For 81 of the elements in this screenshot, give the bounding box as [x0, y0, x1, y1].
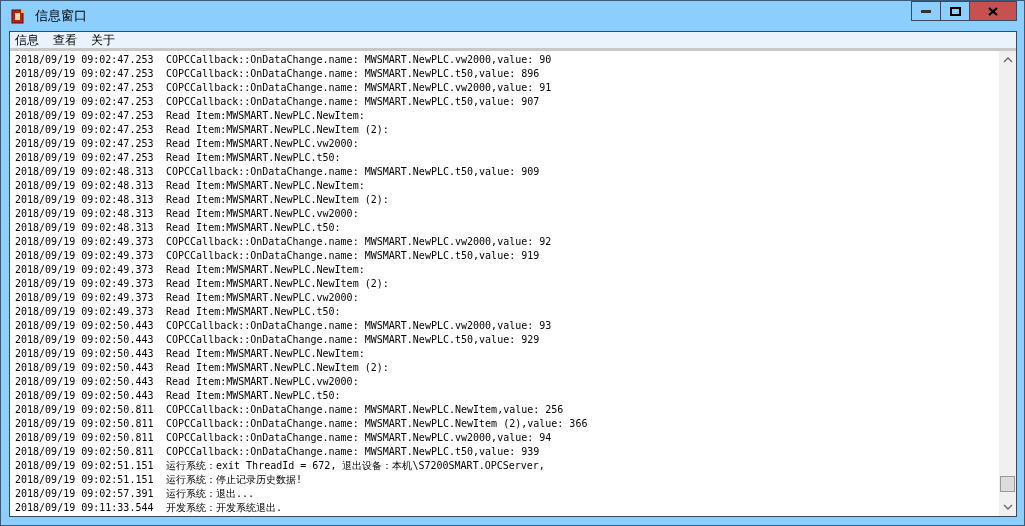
log-message: COPCCallback::OnDataChange.name: MWSMART.NewPLC.vw2000,value: 93: [166, 319, 552, 333]
log-time: 2018/09/19 09:02:48.313: [15, 193, 155, 207]
app-icon: [11, 8, 25, 24]
log-message: Read Item:MWSMART.NewPLC.vw2000:: [166, 375, 359, 389]
close-button[interactable]: [969, 1, 1017, 21]
log-time: 2018/09/19 09:02:47.253: [15, 109, 155, 123]
log-time: 2018/09/19 09:02:47.253: [15, 95, 155, 109]
log-message: COPCCallback::OnDataChange.name: MWSMART.NewPLC.NewItem,value: 256: [166, 403, 564, 417]
log-time: 2018/09/19 09:02:50.811: [15, 431, 155, 445]
scroll-thumb[interactable]: [1000, 476, 1015, 492]
log-time: 2018/09/19 09:02:57.391: [15, 487, 155, 501]
log-time: 2018/09/19 09:02:50.811: [15, 417, 155, 431]
log-message: Read Item:MWSMART.NewPLC.vw2000:: [166, 207, 359, 221]
log-message: Read Item:MWSMART.NewPLC.NewItem (2):: [166, 361, 389, 375]
log-message: COPCCallback::OnDataChange.name: MWSMART.NewPLC.vw2000,value: 92: [166, 235, 552, 249]
log-message: COPCCallback::OnDataChange.name: MWSMART.NewPLC.t50,value: 929: [166, 333, 540, 347]
log-time: 2018/09/19 09:02:50.443: [15, 375, 155, 389]
log-message: Read Item:MWSMART.NewPLC.t50:: [166, 389, 341, 403]
log-message: COPCCallback::OnDataChange.name: MWSMART.NewPLC.vw2000,value: 94: [166, 431, 552, 445]
log-message: Read Item:MWSMART.NewPLC.NewItem (2):: [166, 277, 389, 291]
log-message: COPCCallback::OnDataChange.name: MWSMART.NewPLC.t50,value: 909: [166, 165, 540, 179]
menu-item[interactable]: 查看: [53, 31, 77, 49]
log-time: 2018/09/19 09:02:48.313: [15, 165, 155, 179]
log-message: COPCCallback::OnDataChange.name: MWSMART.NewPLC.NewItem (2),value: 366: [166, 417, 588, 431]
log-message: Read Item:MWSMART.NewPLC.NewItem (2):: [166, 193, 389, 207]
log-time: 2018/09/19 09:02:50.443: [15, 319, 155, 333]
log-message: Read Item:MWSMART.NewPLC.NewItem (2):: [166, 123, 389, 137]
log-message: Read Item:MWSMART.NewPLC.NewItem:: [166, 263, 365, 277]
log-time: 2018/09/19 09:02:49.373: [15, 249, 155, 263]
log-time: 2018/09/19 09:11:33.544: [15, 501, 155, 515]
log-message: COPCCallback::OnDataChange.name: MWSMART.NewPLC.t50,value: 919: [166, 249, 540, 263]
scrollbar[interactable]: [999, 51, 1016, 516]
log-time: 2018/09/19 09:02:51.151: [15, 473, 155, 487]
log-time: 2018/09/19 09:02:49.373: [15, 291, 155, 305]
log-message: 运行系统：exit ThreadId = 672, 退出设备：本机\S7200SMART.OPCServer,: [166, 459, 545, 473]
log-message: Read Item:MWSMART.NewPLC.NewItem:: [166, 347, 365, 361]
log-message: COPCCallback::OnDataChange.name: MWSMART.NewPLC.t50,value: 939: [166, 445, 540, 459]
log-time: 2018/09/19 09:02:49.373: [15, 277, 155, 291]
log-message: Read Item:MWSMART.NewPLC.vw2000:: [166, 291, 359, 305]
log-time: 2018/09/19 09:02:48.313: [15, 207, 155, 221]
log-message: Read Item:MWSMART.NewPLC.t50:: [166, 221, 341, 235]
log-message: COPCCallback::OnDataChange.name: MWSMART.NewPLC.vw2000,value: 90: [166, 53, 552, 67]
log-time: 2018/09/19 09:02:47.253: [15, 67, 155, 81]
log-time: 2018/09/19 09:02:47.253: [15, 123, 155, 137]
log-time: 2018/09/19 09:02:49.373: [15, 235, 155, 249]
log-message: COPCCallback::OnDataChange.name: MWSMART.NewPLC.t50,value: 896: [166, 67, 540, 81]
window-title: 信息窗口: [35, 7, 87, 25]
log-time: 2018/09/19 09:02:51.151: [15, 459, 155, 473]
log-time: 2018/09/19 09:02:50.443: [15, 361, 155, 375]
log-time: 2018/09/19 09:02:47.253: [15, 137, 155, 151]
log-time: 2018/09/19 09:02:50.811: [15, 403, 155, 417]
log-message: Read Item:MWSMART.NewPLC.t50:: [166, 151, 341, 165]
maximize-button[interactable]: [940, 1, 970, 21]
log-time: 2018/09/19 09:02:47.253: [15, 81, 155, 95]
menu-item[interactable]: 信息: [15, 31, 39, 49]
scroll-down-icon[interactable]: [1002, 504, 1013, 510]
maximize-icon: [949, 6, 961, 16]
menu-item[interactable]: 关于: [91, 31, 115, 49]
log-message: 运行系统：退出...: [166, 487, 255, 501]
log-time: 2018/09/19 09:02:49.373: [15, 263, 155, 277]
close-icon: [988, 6, 998, 16]
log-time: 2018/09/19 09:02:47.253: [15, 53, 155, 67]
log-time: 2018/09/19 09:02:50.811: [15, 445, 155, 459]
log-time: 2018/09/19 09:02:47.253: [15, 151, 155, 165]
log-time: 2018/09/19 09:02:50.443: [15, 347, 155, 361]
log-message: Read Item:MWSMART.NewPLC.NewItem:: [166, 179, 365, 193]
log-time: 2018/09/19 09:02:48.313: [15, 221, 155, 235]
log-time: 2018/09/19 09:02:49.373: [15, 305, 155, 319]
log-message: 运行系统：停止记录历史数据!: [166, 473, 303, 487]
log-message: Read Item:MWSMART.NewPLC.NewItem:: [166, 109, 365, 123]
log-time: 2018/09/19 09:02:50.443: [15, 389, 155, 403]
minimize-icon: [921, 9, 931, 13]
log-message: COPCCallback::OnDataChange.name: MWSMART.NewPLC.t50,value: 907: [166, 95, 540, 109]
log-message: Read Item:MWSMART.NewPLC.vw2000:: [166, 137, 359, 151]
log-message: Read Item:MWSMART.NewPLC.t50:: [166, 305, 341, 319]
log-message: 开发系统：开发系统退出.: [166, 501, 283, 515]
log-time: 2018/09/19 09:02:50.443: [15, 333, 155, 347]
minimize-button[interactable]: [911, 1, 941, 21]
log-message: COPCCallback::OnDataChange.name: MWSMART.NewPLC.vw2000,value: 91: [166, 81, 552, 95]
scroll-up-icon[interactable]: [1002, 57, 1013, 63]
log-time: 2018/09/19 09:02:48.313: [15, 179, 155, 193]
